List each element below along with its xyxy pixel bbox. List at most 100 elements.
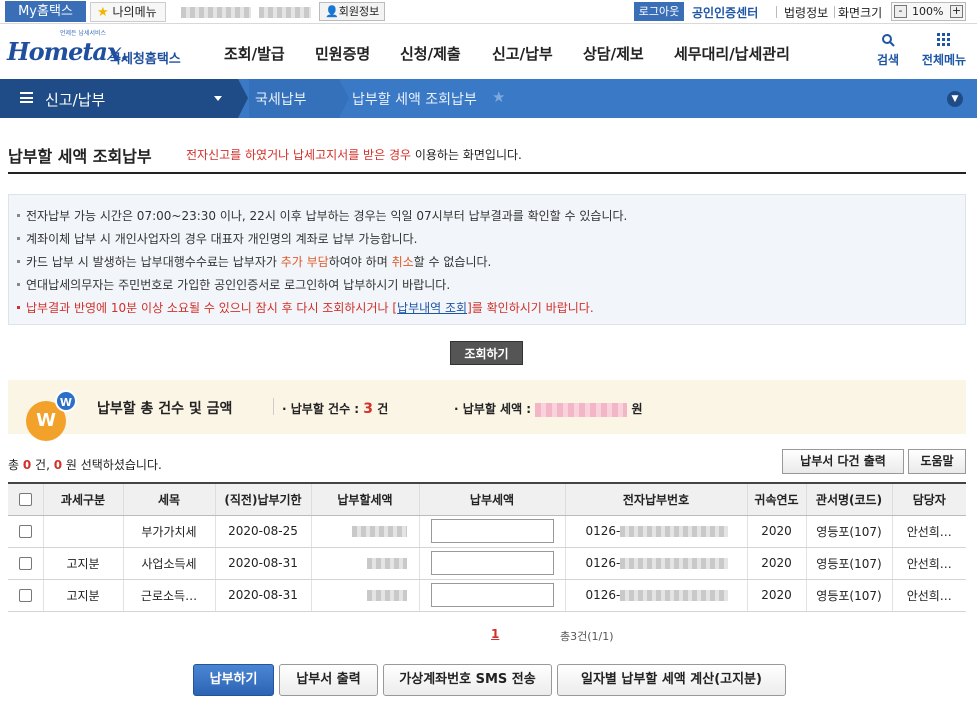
notice-line: 카드 납부 시 발생하는 납부대행수수료는 납부자가 추가 부담하여야 하며 취… <box>16 253 492 270</box>
cell-year: 2020 <box>746 547 806 580</box>
zoom-out-button[interactable]: - <box>894 5 907 18</box>
favorite-star-icon[interactable]: ★ <box>492 88 505 106</box>
breadcrumb-arrow <box>339 79 349 118</box>
daily-tax-calc-button[interactable]: 일자별 납부할 세액 계산(고지분) <box>557 664 786 696</box>
row-checkbox[interactable] <box>18 557 32 570</box>
member-info-label: 회원정보 <box>338 5 380 18</box>
payment-amount-input[interactable] <box>430 583 554 607</box>
cell-epay-no: 0126- <box>564 515 747 548</box>
cell-epay-no: 0126- <box>564 579 747 612</box>
cell-office: 영등포(107) <box>805 515 892 548</box>
payment-amount-input[interactable] <box>430 519 554 543</box>
nav-item-tax-agent[interactable]: 세무대리/납세관리 <box>674 43 790 64</box>
notice-line: 계좌이체 납부 시 개인사업자의 경우 대표자 개인명의 계좌로 납부 가능합니… <box>16 232 418 246</box>
epay-redacted <box>620 558 729 569</box>
nav-item-certificate[interactable]: 민원증명 <box>315 43 370 64</box>
summary-box: W W 납부할 총 건수 및 금액 · 납부할 건수 : 3 건 · 납부할 세… <box>8 380 966 441</box>
pay-button[interactable]: 납부하기 <box>193 664 274 696</box>
cell-tax-item: 사업소득세 <box>122 547 215 580</box>
sms-virtual-account-button[interactable]: 가상계좌번호 SMS 전송 <box>383 664 552 696</box>
breadcrumb-arrow <box>238 79 248 118</box>
query-button[interactable]: 조회하기 <box>450 341 523 365</box>
notice-line: 연대납세의무자는 주민번호로 가입한 공인인증서로 로그인하여 납부하시기 바랍… <box>16 278 451 292</box>
screen-size-label: 화면크기 <box>838 6 883 20</box>
notice-text: 납부결과 반영에 10분 이상 소요될 수 있으니 잠시 후 다시 조회하시거나… <box>26 301 398 315</box>
cell-staff: 안선희… <box>891 515 966 548</box>
divider <box>776 6 777 18</box>
cell-tax-type: 고지분 <box>42 547 123 580</box>
notice-box: 전자납부 가능 시간은 07:00~23:30 이나, 22시 이후 납부하는 … <box>8 194 966 325</box>
my-menu-button[interactable]: ★ 나의메뉴 <box>90 2 166 22</box>
col-header: 전자납부번호 <box>564 482 747 516</box>
amount-redacted <box>351 526 407 537</box>
cell-tax-type: 고지분 <box>42 579 123 612</box>
law-info-link[interactable]: 법령정보 <box>784 4 828 21</box>
count-value: 3 <box>363 401 374 417</box>
row-select-cell <box>8 547 43 580</box>
menu-dropdown[interactable]: 신고/납부 <box>0 79 238 118</box>
cell-due-date: 2020-08-31 <box>214 547 311 580</box>
summary-title: 납부할 총 건수 및 금액 <box>97 401 233 417</box>
cell-year: 2020 <box>746 515 806 548</box>
summary-count: · 납부할 건수 : 3 건 <box>282 401 389 417</box>
print-bill-button[interactable]: 납부서 출력 <box>279 664 378 696</box>
grid-icon <box>937 33 950 46</box>
breadcrumb-level2-label: 국세납부 <box>255 92 307 108</box>
cert-center-link[interactable]: 공인인증센터 <box>692 4 758 21</box>
page-count: 총3건(1/1) <box>560 630 614 643</box>
breadcrumb-menu: 신고/납부 <box>45 91 106 109</box>
breadcrumb-level2[interactable]: 국세납부 <box>249 79 339 118</box>
nav-item-consult[interactable]: 상담/제보 <box>583 43 644 64</box>
select-all-checkbox[interactable] <box>18 493 32 507</box>
select-all-header <box>8 482 43 516</box>
zoom-in-button[interactable]: + <box>950 5 963 18</box>
epay-redacted <box>620 590 729 601</box>
multi-print-button[interactable]: 납부서 다건 출력 <box>782 449 904 474</box>
payment-amount-input[interactable] <box>430 551 554 575</box>
cell-due-date: 2020-08-31 <box>214 579 311 612</box>
member-info-button[interactable]: 👤회원정보 <box>319 2 386 21</box>
payment-history-link[interactable]: 납부내역 조회 <box>397 301 467 315</box>
row-checkbox[interactable] <box>18 589 32 602</box>
hometax-logo[interactable]: 언제든 납세서비스 Hometax. 국세청홈택스 <box>7 28 191 74</box>
notice-text: 카드 납부 시 발생하는 납부대행수수료는 납부자가 <box>26 255 281 269</box>
col-header: 귀속연도 <box>746 482 806 516</box>
logo-tagline: 언제든 납세서비스 <box>60 30 107 37</box>
amount-redacted <box>366 558 407 569</box>
star-icon: ★ <box>97 5 109 20</box>
table-header-row: 과세구분 세목 (직전)납부기한 납부할세액 납부세액 전자납부번호 귀속연도 … <box>8 482 966 516</box>
all-menu-button[interactable]: 전체메뉴 <box>916 33 972 68</box>
my-hometax-button[interactable]: My홈택스 <box>5 1 86 22</box>
nav-item-application[interactable]: 신청/제출 <box>400 43 461 64</box>
logout-button[interactable]: 로그아웃 <box>634 2 684 21</box>
notice-text: 하여야 하며 <box>328 255 392 269</box>
sel-text: 건, <box>31 458 54 472</box>
cell-staff: 안선희… <box>891 579 966 612</box>
amount-redacted <box>535 402 628 417</box>
amount-redacted <box>366 590 407 601</box>
amount-label: 납부할 세액 : <box>462 402 532 416</box>
notice-line: 전자납부 가능 시간은 07:00~23:30 이나, 22시 이후 납부하는 … <box>16 209 628 223</box>
col-header: (직전)납부기한 <box>214 482 311 516</box>
nav-item-report-pay[interactable]: 신고/납부 <box>492 43 553 64</box>
cell-tax-type <box>42 515 123 548</box>
sel-count: 0 <box>22 458 32 472</box>
cell-epay-no: 0126- <box>564 547 747 580</box>
notice-line: 납부결과 반영에 10분 이상 소요될 수 있으니 잠시 후 다시 조회하시거나… <box>17 299 594 316</box>
cell-office: 영등포(107) <box>805 547 892 580</box>
chevron-down-icon[interactable]: ▼ <box>947 91 963 107</box>
nav-item-inquiry[interactable]: 조회/발급 <box>224 43 285 64</box>
cell-office: 영등포(107) <box>805 579 892 612</box>
table-row: 고지분 근로소득… 2020-08-31 0126- 2020 영등포(107)… <box>8 579 966 612</box>
notice-text: 할 수 없습니다. <box>413 255 492 269</box>
global-search-button[interactable]: 검색 <box>873 33 903 68</box>
page-description-red: 전자신고를 하였거나 납세고지서를 받은 경우 <box>186 148 412 162</box>
cell-amount-due <box>310 579 419 612</box>
row-checkbox[interactable] <box>18 525 32 538</box>
table-row: 고지분 사업소득세 2020-08-31 0126- 2020 영등포(107)… <box>8 547 966 580</box>
won-coin-small-icon: W <box>55 390 77 412</box>
help-button[interactable]: 도움말 <box>908 449 966 474</box>
cell-staff: 안선희… <box>891 547 966 580</box>
page-link-1[interactable]: 1 <box>491 627 499 641</box>
zoom-control: - 100% + <box>891 2 966 21</box>
